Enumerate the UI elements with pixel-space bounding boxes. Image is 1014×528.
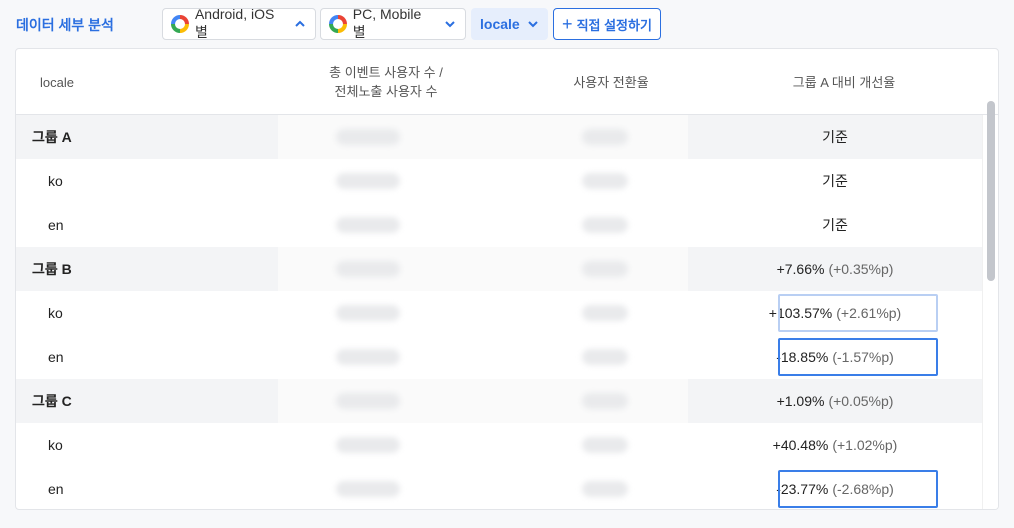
header-event-users-line1: 총 이벤트 사용자 수 / <box>329 65 443 80</box>
redacted-value <box>582 481 628 497</box>
row-label: 그룹 C <box>32 393 72 409</box>
improvement-cell: 기준 <box>688 203 982 247</box>
chip-label: locale <box>480 16 520 32</box>
blurred-cell <box>278 247 524 291</box>
custom-setting-label: 직접 설정하기 <box>576 17 652 33</box>
chip-android-ios[interactable]: Android, iOS별 <box>162 6 316 40</box>
group-row: 그룹 C +1.09% (+0.05%p) <box>16 379 982 423</box>
plus-icon: + <box>562 14 573 34</box>
row-label: en <box>48 349 64 365</box>
improvement-value: +7.66% <box>776 261 825 277</box>
improvement-value: +40.48% <box>772 437 829 453</box>
chevron-up-icon <box>293 17 307 31</box>
header-event-users: 총 이벤트 사용자 수 / 전체노출 사용자 수 <box>278 49 494 115</box>
redacted-value <box>336 481 400 497</box>
improvement-value: 기준 <box>822 129 848 145</box>
redacted-value <box>582 173 628 189</box>
improvement-value: 기준 <box>822 173 848 189</box>
redacted-value <box>582 437 628 453</box>
group-row: 그룹 A 기준 <box>16 115 982 159</box>
row-label: 그룹 B <box>32 261 72 277</box>
redacted-value <box>582 305 628 321</box>
redacted-value <box>336 305 400 321</box>
group-row: 그룹 B +7.66% (+0.35%p) <box>16 247 982 291</box>
toolbar: 데이터 세부 분석 Android, iOS별 PC, Mobile 별 loc… <box>0 0 1014 48</box>
blurred-cell <box>278 115 524 159</box>
redacted-value <box>336 129 400 145</box>
improvement-cell: +7.66% (+0.35%p) <box>688 247 982 291</box>
row-label: 그룹 A <box>32 129 72 145</box>
redacted-value <box>582 129 628 145</box>
improvement-cell: +40.48% (+1.02%p) <box>688 423 982 467</box>
improvement-value: 기준 <box>822 217 848 233</box>
improvement-cell: +1.09% (+0.05%p) <box>688 379 982 423</box>
breakdown-table: locale 총 이벤트 사용자 수 / 전체노출 사용자 수 사용자 전환율 … <box>15 48 999 510</box>
highlight-box <box>778 294 938 332</box>
redacted-value <box>336 437 400 453</box>
table-row: en 기준 <box>16 203 982 247</box>
table-row: en -18.85% (-1.57%p) <box>16 335 982 379</box>
header-event-users-line2: 전체노출 사용자 수 <box>334 84 438 99</box>
row-label: en <box>48 217 64 233</box>
blurred-cell <box>278 379 524 423</box>
row-label: ko <box>48 173 63 189</box>
table-header: locale 총 이벤트 사용자 수 / 전체노출 사용자 수 사용자 전환율 … <box>16 49 998 115</box>
table-row: en -23.77% (-2.68%p) <box>16 467 982 509</box>
chevron-down-icon <box>526 17 540 31</box>
chip-pc-mobile[interactable]: PC, Mobile 별 <box>320 6 466 40</box>
redacted-value <box>582 261 628 277</box>
redacted-value <box>582 349 628 365</box>
header-conversion: 사용자 전환율 <box>573 74 649 90</box>
redacted-value <box>336 217 400 233</box>
row-label: en <box>48 481 64 497</box>
table-row: ko +40.48% (+1.02%p) <box>16 423 982 467</box>
section-title: 데이터 세부 분석 <box>16 17 114 33</box>
improvement-cell: 기준 <box>688 159 982 203</box>
chevron-down-icon <box>443 17 457 31</box>
custom-setting-button[interactable]: + 직접 설정하기 <box>553 8 661 40</box>
scroll-track[interactable] <box>982 101 998 509</box>
redacted-value <box>336 393 400 409</box>
ring-logo-icon <box>329 15 347 33</box>
chip-label: PC, Mobile 별 <box>352 6 422 40</box>
improvement-cell: 기준 <box>688 115 982 159</box>
improvement-pp: (+0.05%p) <box>828 393 894 409</box>
ring-logo-icon <box>171 15 189 33</box>
improvement-value: +1.09% <box>776 393 825 409</box>
chip-label: Android, iOS별 <box>194 6 275 40</box>
redacted-value <box>336 261 400 277</box>
highlight-box <box>778 470 938 508</box>
redacted-value <box>336 349 400 365</box>
row-label: ko <box>48 437 63 453</box>
table-row: ko 기준 <box>16 159 982 203</box>
scrollbar-thumb[interactable] <box>987 101 995 281</box>
improvement-pp: (+0.35%p) <box>828 261 894 277</box>
header-locale: locale <box>40 74 74 90</box>
redacted-value <box>582 393 628 409</box>
table-row: ko +103.57% (+2.61%p) <box>16 291 982 335</box>
highlight-box <box>778 338 938 376</box>
row-label: ko <box>48 305 63 321</box>
redacted-value <box>582 217 628 233</box>
header-improvement: 그룹 A 대비 개선율 <box>792 74 896 90</box>
chip-locale[interactable]: locale <box>471 8 548 40</box>
improvement-pp: (+1.02%p) <box>832 437 898 453</box>
redacted-value <box>336 173 400 189</box>
